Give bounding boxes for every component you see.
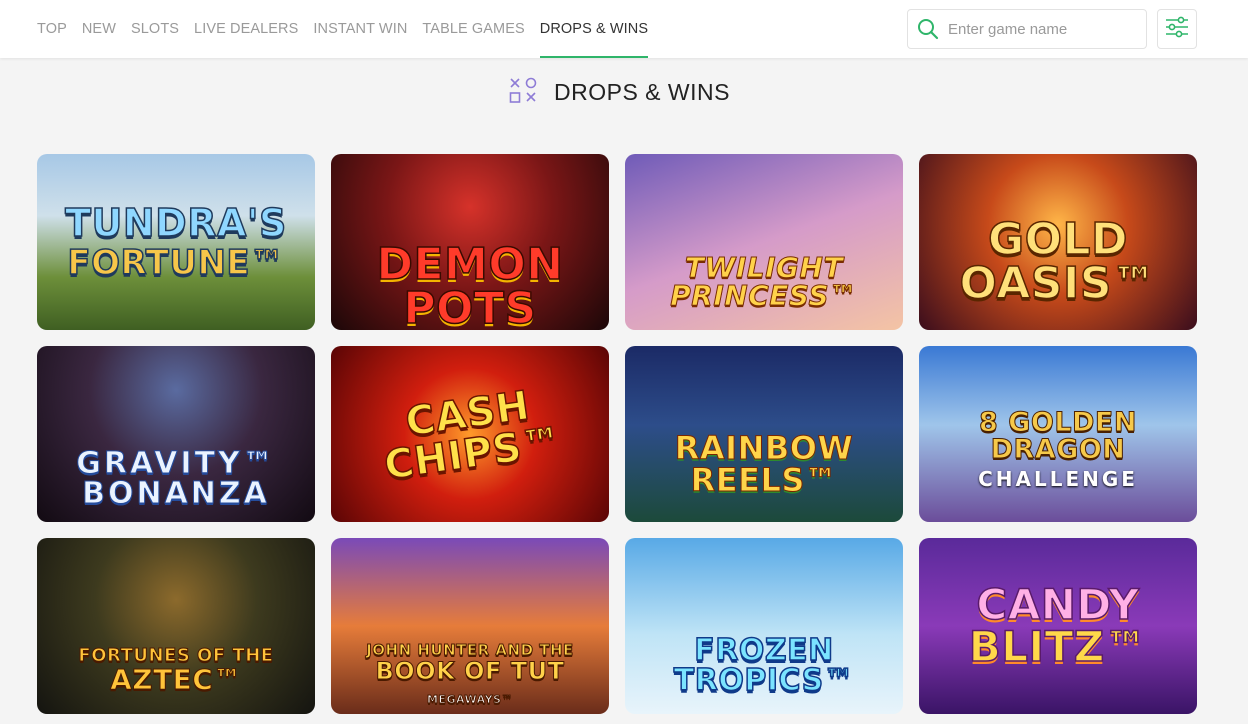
game-tile-john-hunter-book-of-tut[interactable]: JOHN HUNTER and the BOOK OF TUT MEGAWAYS… <box>331 538 609 714</box>
game-tile-rainbow-reels[interactable]: Rainbow Reels™ <box>625 346 903 522</box>
game-tile-title: Rainbow Reels™ <box>663 432 865 499</box>
game-tile-tundras-fortune[interactable]: TUNDRA'S FORTUNE™ <box>37 154 315 330</box>
search-icon[interactable] <box>908 10 948 48</box>
game-tile-title: 8 GOLDEN DRAGON CHALLENGE <box>919 407 1197 491</box>
game-tile-title: FROZEN TROPICS™ <box>662 635 866 698</box>
game-title-line2: BOOK OF TUT <box>375 657 565 685</box>
game-tile-gravity-bonanza[interactable]: GRAVITY™ BONANZA <box>37 346 315 522</box>
section-title: DROPS & WINS <box>554 78 730 105</box>
game-title-line2: OASIS™ <box>959 258 1157 309</box>
game-title-line1: 8 GOLDEN DRAGON <box>979 407 1137 465</box>
game-title-line2: Princess™ <box>670 279 858 312</box>
game-tile-title: GRAVITY™ BONANZA <box>64 448 287 511</box>
game-grid: TUNDRA'S FORTUNE™ DEMON POTS Twilight Pr… <box>37 154 1197 714</box>
category-nav: TOP NEW SLOTS LIVE DEALERS INSTANT WIN T… <box>37 0 649 58</box>
game-tile-fortunes-of-the-aztec[interactable]: FORTUNES OF THE AZTEC™ <box>37 538 315 714</box>
nav-item-slots[interactable]: SLOTS <box>131 0 179 58</box>
game-tile-title: TUNDRA'S FORTUNE™ <box>53 201 299 283</box>
game-tile-title: GOLD OASIS™ <box>947 217 1168 309</box>
game-tile-gold-oasis[interactable]: GOLD OASIS™ <box>919 154 1197 330</box>
game-title-line2: TROPICS™ <box>673 663 855 698</box>
game-title-line2: Blitz™ <box>968 622 1148 671</box>
xo-games-icon <box>508 76 538 109</box>
sliders-icon <box>1164 15 1190 44</box>
game-title-line1: DEMON POTS <box>376 239 564 330</box>
game-title-line1: TUNDRA'S <box>64 201 287 245</box>
nav-item-instant-win[interactable]: INSTANT WIN <box>313 0 407 58</box>
game-title-line2: AZTEC™ <box>110 663 242 696</box>
search-box <box>907 9 1147 49</box>
game-title-line2: Reels™ <box>690 461 838 499</box>
game-tile-golden-dragon-challenge[interactable]: 8 GOLDEN DRAGON CHALLENGE <box>919 346 1197 522</box>
nav-item-top[interactable]: TOP <box>37 0 67 58</box>
top-bar: TOP NEW SLOTS LIVE DEALERS INSTANT WIN T… <box>0 0 1248 58</box>
game-tile-title: JOHN HUNTER and the BOOK OF TUT MEGAWAYS… <box>354 635 586 707</box>
section-header: DROPS & WINS <box>508 76 730 108</box>
search-input[interactable] <box>948 20 1138 38</box>
nav-item-table-games[interactable]: TABLE GAMES <box>422 0 524 58</box>
game-tile-title: Twilight Princess™ <box>658 253 869 312</box>
nav-item-new[interactable]: NEW <box>82 0 116 58</box>
game-tile-frozen-tropics[interactable]: FROZEN TROPICS™ <box>625 538 903 714</box>
nav-item-live-dealers[interactable]: LIVE DEALERS <box>194 0 298 58</box>
game-tile-cash-chips[interactable]: CASH CHIPS™ <box>331 346 609 522</box>
game-title-line3: MEGAWAYS™ <box>426 693 513 706</box>
game-tile-candy-blitz[interactable]: CANDY Blitz™ <box>919 538 1197 714</box>
game-title-line2: BONANZA <box>82 476 270 511</box>
game-title-line2: CHALLENGE <box>978 467 1138 491</box>
game-tile-title: CASH CHIPS™ <box>364 380 576 490</box>
filter-button[interactable] <box>1157 9 1197 49</box>
game-tile-title: DEMON POTS <box>331 242 609 330</box>
game-tile-demon-pots[interactable]: DEMON POTS <box>331 154 609 330</box>
game-tile-title: CANDY Blitz™ <box>957 583 1160 671</box>
game-tile-title: FORTUNES OF THE AZTEC™ <box>66 638 285 694</box>
nav-item-drops-and-wins[interactable]: DROPS & WINS <box>539 0 649 58</box>
game-tile-twilight-princess[interactable]: Twilight Princess™ <box>625 154 903 330</box>
game-title-line2: FORTUNE™ <box>67 243 285 283</box>
